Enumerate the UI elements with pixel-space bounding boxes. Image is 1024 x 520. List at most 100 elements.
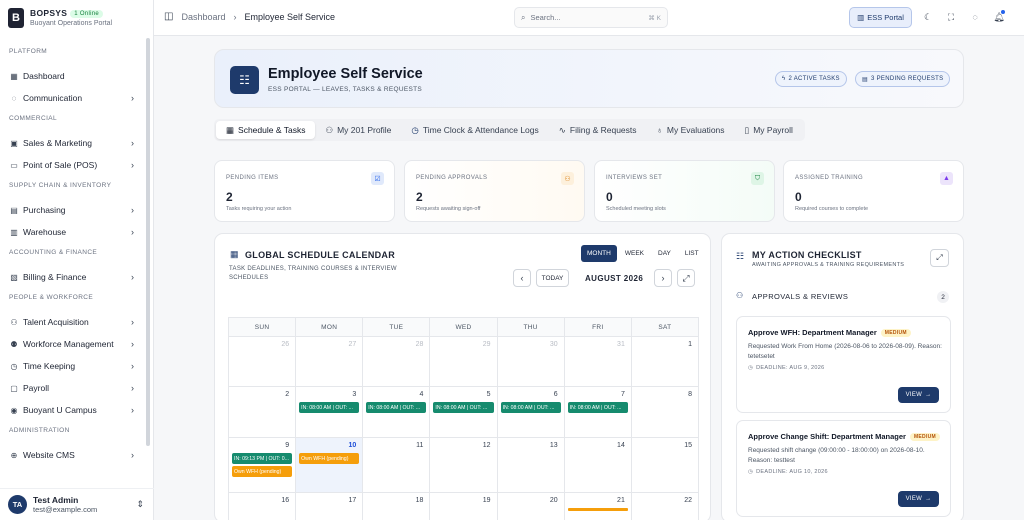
tab-time-clock[interactable]: ◷ Time Clock & Attendance Logs bbox=[401, 121, 548, 139]
day-cell[interactable]: 8 bbox=[632, 387, 698, 437]
day-cell[interactable]: 2 bbox=[229, 387, 297, 437]
day-number: 16 bbox=[281, 497, 290, 504]
sidebar-item-website-cms[interactable]: ⊕ Website CMS › bbox=[0, 444, 146, 466]
user-icon: ⚇ bbox=[325, 124, 334, 135]
day-cell[interactable]: 16 bbox=[229, 493, 297, 520]
next-month-button[interactable]: › bbox=[654, 269, 672, 287]
day-cell[interactable]: 19 bbox=[430, 493, 498, 520]
sidebar-item-communication[interactable]: ◌ Communication › bbox=[0, 87, 146, 109]
calendar-event[interactable]: IN: 09:13 PM | OUT: 0... bbox=[232, 453, 293, 464]
breadcrumb: ◫ Dashboard › Employee Self Service bbox=[164, 11, 335, 22]
calendar-event[interactable]: Own WFH (pending) bbox=[299, 453, 360, 464]
day-cell[interactable]: 26 bbox=[229, 337, 297, 386]
day-cell[interactable]: 7 IN: 08:00 AM | OUT: ... bbox=[565, 387, 632, 437]
pending-requests-badge[interactable]: ▤ 3 PENDING REQUESTS bbox=[855, 71, 951, 87]
view-week-button[interactable]: WEEK bbox=[619, 245, 650, 262]
approval-card: Approve Change Shift: Department Manager… bbox=[736, 420, 951, 517]
sidebar-item-sales-marketing[interactable]: ▣ Sales & Marketing › bbox=[0, 132, 146, 154]
day-cell[interactable]: 1 bbox=[632, 337, 698, 386]
day-cell[interactable]: 30 bbox=[498, 337, 565, 386]
day-cell[interactable]: 13 bbox=[498, 438, 565, 492]
day-cell[interactable]: 3 IN: 08:00 AM | OUT: ... bbox=[296, 387, 364, 437]
day-cell[interactable]: 18 bbox=[363, 493, 431, 520]
calendar-event[interactable]: IN: 08:00 AM | OUT: ... bbox=[500, 402, 561, 413]
sidebar-scrollbar[interactable] bbox=[146, 38, 150, 446]
tab-my-evaluations[interactable]: ♁ My Evaluations bbox=[647, 121, 735, 139]
activity-icon: ϟ bbox=[782, 76, 786, 82]
sidebar-item-buoyant-u-campus[interactable]: ◉ Buoyant U Campus › bbox=[0, 399, 146, 421]
calendar-event-marker[interactable] bbox=[567, 508, 628, 511]
day-cell[interactable]: 6 IN: 08:00 AM | OUT: ... bbox=[498, 387, 565, 437]
view-day-button[interactable]: DAY bbox=[652, 245, 677, 262]
tab-my-201-profile[interactable]: ⚇ My 201 Profile bbox=[315, 121, 401, 139]
day-cell[interactable]: 5 IN: 08:00 AM | OUT: ... bbox=[430, 387, 498, 437]
search-input[interactable]: ⌕ Search... ⌘ K bbox=[514, 7, 668, 28]
sidebar-item-label: Communication bbox=[23, 93, 83, 103]
day-cell[interactable]: 22 bbox=[632, 493, 698, 520]
day-number: 9 bbox=[285, 442, 290, 449]
sidebar-item-purchasing[interactable]: ▤ Purchasing › bbox=[0, 199, 146, 221]
day-cell[interactable]: 9 IN: 09:13 PM | OUT: 0... Own WFH (pendin… bbox=[229, 438, 297, 492]
day-cell[interactable]: 15 bbox=[632, 438, 698, 492]
tab-filing-requests[interactable]: ∿ Filing & Requests bbox=[549, 121, 647, 139]
day-number: 14 bbox=[617, 442, 625, 449]
view-month-button[interactable]: MONTH bbox=[581, 245, 617, 262]
day-cell[interactable]: 31 bbox=[565, 337, 632, 386]
search-placeholder: Search... bbox=[530, 13, 561, 22]
day-cell[interactable]: 17 bbox=[296, 493, 364, 520]
calendar-event[interactable]: IN: 08:00 AM | OUT: ... bbox=[433, 402, 494, 413]
view-approval-button[interactable]: VIEW → bbox=[898, 387, 939, 403]
approval-card: Approve WFH: Department Manager MEDIUM Re… bbox=[736, 316, 951, 413]
calendar-event[interactable]: IN: 08:00 AM | OUT: ... bbox=[366, 402, 427, 413]
expand-checklist-button[interactable]: ⤢ bbox=[930, 249, 949, 267]
theme-toggle-icon[interactable]: ☾ bbox=[922, 11, 934, 23]
day-number: 1 bbox=[688, 341, 692, 348]
user-menu[interactable]: TA Test Admin test@example.com ⇕ bbox=[0, 488, 154, 520]
active-tasks-badge[interactable]: ϟ2 ACTIVE TASKS bbox=[775, 71, 847, 87]
tab-label: Filing & Requests bbox=[569, 125, 637, 135]
day-cell[interactable]: 20 bbox=[498, 493, 565, 520]
day-cell[interactable]: 14 bbox=[565, 438, 632, 492]
tab-my-payroll[interactable]: ▯ My Payroll bbox=[735, 121, 803, 139]
sidebar-item-talent-acquisition[interactable]: ⚇ Talent Acquisition › bbox=[0, 311, 146, 333]
sidebar-item-workforce-management[interactable]: ⚉ Workforce Management › bbox=[0, 333, 146, 355]
sidebar-item-payroll[interactable]: ▢ Payroll › bbox=[0, 377, 146, 399]
chat-icon[interactable]: ◌ bbox=[969, 11, 981, 23]
sidebar-toggle-icon[interactable]: ◫ bbox=[164, 11, 173, 22]
day-cell[interactable]: 29 bbox=[430, 337, 498, 386]
sidebar-item-dashboard[interactable]: ▦ Dashboard bbox=[0, 65, 146, 87]
fullscreen-icon[interactable]: ⛶ bbox=[945, 11, 957, 23]
calendar-event[interactable]: IN: 08:00 AM | OUT: ... bbox=[299, 402, 360, 413]
day-number: 6 bbox=[553, 391, 558, 398]
calendar-event[interactable]: Own WFH (pending) bbox=[232, 466, 293, 477]
breadcrumb-root[interactable]: Dashboard bbox=[181, 12, 225, 22]
view-approval-button[interactable]: VIEW → bbox=[898, 491, 939, 507]
calendar-event[interactable]: IN: 08:00 AM | OUT: ... bbox=[567, 402, 628, 413]
day-cell[interactable]: 12 bbox=[430, 438, 498, 492]
today-button[interactable]: TODAY bbox=[536, 269, 569, 287]
brand[interactable]: B BOPSYS 1 Online Buoyant Operations Port… bbox=[8, 8, 112, 28]
day-number: 31 bbox=[617, 341, 625, 348]
schedule-calendar: ▦ GLOBAL SCHEDULE CALENDAR TASK DEADLINE… bbox=[214, 233, 711, 520]
sidebar-item-pos[interactable]: ▭ Point of Sale (POS) › bbox=[0, 154, 146, 176]
chevron-right-icon: › bbox=[131, 160, 134, 170]
day-cell[interactable]: 27 bbox=[296, 337, 364, 386]
day-cell[interactable]: 4 IN: 08:00 AM | OUT: ... bbox=[363, 387, 431, 437]
prev-month-button[interactable]: ‹ bbox=[513, 269, 531, 287]
brand-logo: B bbox=[8, 8, 24, 28]
tab-schedule-tasks[interactable]: ▦ Schedule & Tasks bbox=[216, 121, 316, 139]
calendar-week: 9 IN: 09:13 PM | OUT: 0... Own WFH (pendin… bbox=[229, 438, 698, 493]
stat-card-pending-approvals: PENDING APPROVALS 2 Requests awaiting si… bbox=[404, 160, 585, 222]
day-cell[interactable]: 21 bbox=[565, 493, 632, 520]
sidebar-item-time-keeping[interactable]: ◷ Time Keeping › bbox=[0, 355, 146, 377]
day-cell[interactable]: 28 bbox=[363, 337, 431, 386]
ess-portal-button[interactable]: ▥ ESS Portal bbox=[849, 7, 912, 28]
stat-card-interviews-set: INTERVIEWS SET 0 Scheduled meeting slots… bbox=[594, 160, 775, 222]
day-number: 22 bbox=[684, 497, 692, 504]
day-cell-today[interactable]: 10 Own WFH (pending) bbox=[296, 438, 364, 492]
view-list-button[interactable]: LIST bbox=[679, 245, 705, 262]
sidebar-item-warehouse[interactable]: ▥ Warehouse › bbox=[0, 221, 146, 243]
expand-calendar-button[interactable]: ⤢ bbox=[677, 269, 695, 287]
sidebar-item-billing-finance[interactable]: ▧ Billing & Finance › bbox=[0, 266, 146, 288]
day-cell[interactable]: 11 bbox=[363, 438, 431, 492]
